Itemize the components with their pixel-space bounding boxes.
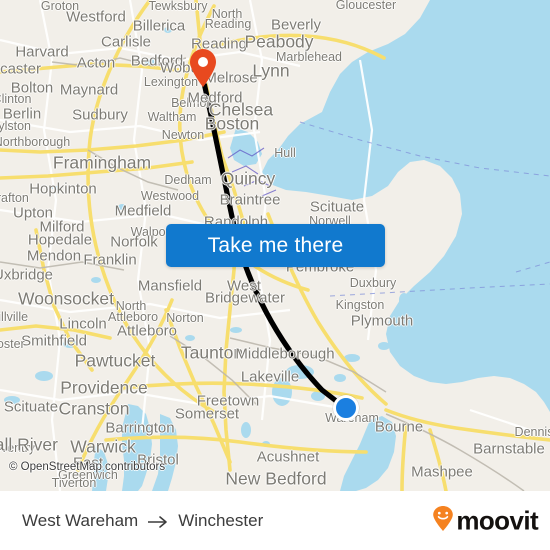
destination-pin-marker[interactable] <box>188 48 218 88</box>
route-origin-label: West Wareham <box>22 510 139 530</box>
moovit-wordmark: moovit <box>456 505 538 536</box>
moovit-trip-map-screen: Groton Westford Tewksbury Billerica Carlisle… <box>0 0 550 550</box>
map-canvas[interactable]: Groton Westford Tewksbury Billerica Carlisle… <box>0 0 550 491</box>
map-attribution[interactable]: © OpenStreetMap contributors <box>9 461 165 473</box>
footer-bar: West Wareham Winchester moovit <box>0 491 550 550</box>
take-me-there-button[interactable]: Take me there <box>166 224 385 267</box>
route-destination-label: Winchester <box>178 510 264 530</box>
moovit-pin-icon <box>432 505 454 536</box>
origin-dot-marker[interactable] <box>333 395 359 421</box>
route-summary: West Wareham Winchester <box>22 511 263 531</box>
arrow-right-icon <box>147 514 169 528</box>
moovit-logo[interactable]: moovit <box>432 505 539 536</box>
